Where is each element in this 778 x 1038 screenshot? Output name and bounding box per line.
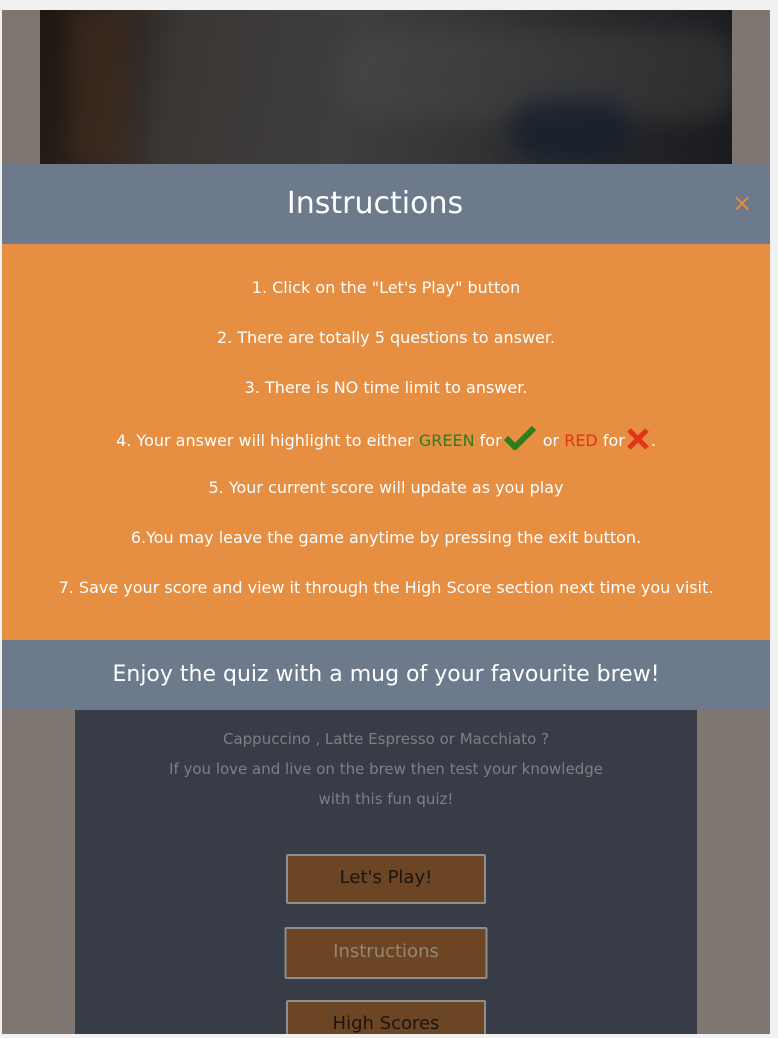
quiz-intro-panel: Cappuccino , Latte Espresso or Macchiato… (75, 710, 697, 1034)
instruction-step-7: 7. Save your score and view it through t… (58, 578, 714, 597)
intro-line-2: If you love and live on the brew then te… (169, 760, 603, 778)
footer-message: Enjoy the quiz with a mug of your favour… (112, 662, 660, 687)
instruction-step-1: 1. Click on the "Let's Play" button (251, 278, 521, 297)
modal-footer: Enjoy the quiz with a mug of your favour… (2, 640, 770, 710)
step-4-for-2: for (602, 431, 625, 450)
step-4-or: or (542, 431, 560, 450)
instruction-list: 1. Click on the "Let's Play" button 2. T… (2, 276, 770, 626)
instruction-step-4: 4. Your answer will highlight to either … (2, 425, 770, 476)
high-scores-button[interactable]: High Scores (286, 1000, 486, 1034)
step-4-for-1: for (479, 431, 502, 450)
step-4-end: . (650, 431, 656, 450)
close-icon[interactable]: × (732, 190, 752, 216)
modal-body: 1. Click on the "Let's Play" button 2. T… (2, 244, 770, 640)
modal-title: Instructions (286, 186, 464, 221)
hero-image (40, 10, 732, 164)
modal-header: Instructions × (2, 164, 770, 244)
green-word: GREEN (418, 431, 475, 450)
check-icon (503, 425, 536, 457)
cross-icon (627, 428, 649, 457)
intro-line-3: with this fun quiz! (318, 790, 454, 808)
instruction-step-5: 5. Your current score will update as you… (208, 478, 564, 497)
instruction-step-6: 6.You may leave the game anytime by pres… (130, 528, 642, 547)
intro-line-1: Cappuccino , Latte Espresso or Macchiato… (222, 730, 550, 748)
step-4-text: 4. Your answer will highlight to either (116, 431, 414, 450)
instructions-modal: Instructions × 1. Click on the "Let's Pl… (2, 164, 770, 710)
instruction-step-3: 3. There is NO time limit to answer. (244, 378, 528, 397)
red-word: RED (564, 431, 598, 450)
instructions-button[interactable]: Instructions (284, 927, 488, 979)
intro-text: Cappuccino , Latte Espresso or Macchiato… (75, 724, 697, 814)
lets-play-button[interactable]: Let's Play! (286, 854, 486, 904)
instruction-step-2: 2. There are totally 5 questions to answ… (216, 328, 556, 347)
